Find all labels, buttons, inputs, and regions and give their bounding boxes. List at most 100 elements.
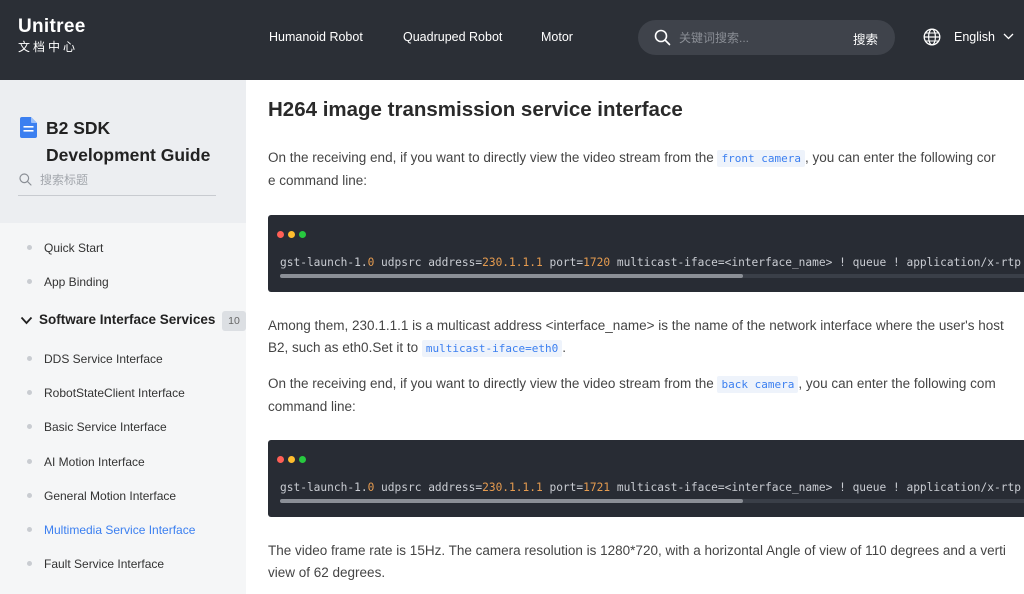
sidebar-header: B2 SDK Development Guide	[0, 80, 246, 223]
paragraph-text: On the receiving end, if you want to dir…	[268, 150, 718, 165]
window-dots	[277, 450, 310, 468]
paragraph-line: On the receiving end, if you want to dir…	[268, 373, 1024, 396]
sidebar-item-label: Quick Start	[44, 241, 104, 255]
nav-quadruped-robot[interactable]: Quadruped Robot	[403, 30, 502, 44]
sidebar-title: B2 SDK Development Guide	[46, 115, 236, 169]
sidebar-item-robotstateclient-interface[interactable]: RobotStateClient Interface	[0, 380, 246, 406]
nav-humanoid-robot[interactable]: Humanoid Robot	[269, 30, 363, 44]
sidebar-item-basic-service-interface[interactable]: Basic Service Interface	[0, 414, 246, 440]
sidebar-item-label: Fault Service Interface	[44, 557, 165, 571]
code-text: port=	[542, 481, 584, 494]
inline-code: front camera	[717, 150, 805, 167]
sidebar-item-fault-service-interface[interactable]: Fault Service Interface	[0, 551, 246, 577]
sidebar-item-label: RobotStateClient Interface	[44, 386, 185, 400]
sidebar-search-input[interactable]	[40, 171, 210, 189]
sidebar-item-quick-start[interactable]: Quick Start	[0, 235, 246, 261]
header-search-button[interactable]: 搜索	[853, 29, 878, 48]
search-icon	[654, 29, 671, 46]
sidebar-item-label: AI Motion Interface	[44, 455, 145, 469]
sidebar-search	[18, 170, 216, 196]
code-text: gst-launch-1.	[280, 481, 368, 494]
language-label: English	[954, 30, 995, 44]
inline-code: back camera	[717, 376, 799, 393]
bullet	[27, 390, 32, 395]
code-text: gst-launch-1.	[280, 256, 368, 269]
sidebar-item-multimedia-service-interface[interactable]: Multimedia Service Interface	[0, 517, 246, 543]
green-dot-icon	[299, 231, 306, 238]
paragraph-line: Among them, 230.1.1.1 is a multicast add…	[268, 318, 1004, 333]
green-dot-icon	[299, 456, 306, 463]
paragraph-line: The video frame rate is 15Hz. The camera…	[268, 543, 1006, 558]
sidebar-item-label: Basic Service Interface	[44, 420, 167, 434]
code-number: 230.1.1.1	[482, 481, 543, 494]
code-number: 1721	[583, 481, 611, 494]
globe-icon	[923, 28, 941, 46]
code-text: multicast-iface=<interface_name> ! queue…	[610, 481, 1021, 494]
sidebar-group-label: Software Interface Services	[39, 312, 216, 327]
sidebar-group-software-interface-services[interactable]: Software Interface Services 10	[0, 308, 246, 334]
sidebar: B2 SDK Development Guide Quick Start App…	[0, 80, 246, 594]
unitree-logo[interactable]: Unitree 文档中心	[18, 16, 86, 55]
code-scrollbar-thumb[interactable]	[280, 499, 743, 503]
sidebar-item-ai-motion-interface[interactable]: AI Motion Interface	[0, 449, 246, 475]
paragraph-text: , you can enter the following cor	[804, 150, 996, 165]
code-text: port=	[542, 256, 584, 269]
code-text: udpsrc address=	[374, 481, 483, 494]
sidebar-title-line2: Development Guide	[46, 145, 211, 165]
bullet	[27, 561, 32, 566]
paragraph-video-specs: The video frame rate is 15Hz. The camera…	[268, 540, 1024, 584]
paragraph-line: view of 62 degrees.	[268, 565, 386, 580]
sidebar-item-app-binding[interactable]: App Binding	[0, 269, 246, 295]
paragraph-line: command line:	[268, 399, 356, 414]
code-number: 1720	[583, 256, 611, 269]
logo-title: Unitree	[18, 16, 86, 37]
red-dot-icon	[277, 231, 284, 238]
red-dot-icon	[277, 456, 284, 463]
sidebar-group-count-badge: 10	[222, 311, 246, 331]
chevron-down-icon	[1003, 33, 1014, 40]
bullet	[27, 424, 32, 429]
window-dots	[277, 225, 310, 243]
main-content: H264 image transmission service interfac…	[246, 80, 1024, 594]
top-navigation-bar: Unitree 文档中心 Humanoid Robot Quadruped Ro…	[0, 0, 1024, 80]
bullet	[27, 493, 32, 498]
chevron-down-icon	[20, 316, 33, 325]
paragraph-line: B2, such as eth0.Set it to multicast-ifa…	[268, 337, 1024, 360]
code-number: 230.1.1.1	[482, 256, 543, 269]
page-title: H264 image transmission service interfac…	[268, 98, 683, 121]
bullet	[27, 356, 32, 361]
paragraph-line: On the receiving end, if you want to dir…	[268, 147, 1024, 170]
header-search-box: 搜索	[638, 20, 895, 55]
code-command: gst-launch-1.0 udpsrc address=230.1.1.1 …	[280, 481, 1021, 494]
paragraph-back-camera: On the receiving end, if you want to dir…	[268, 373, 1024, 418]
bullet	[27, 245, 32, 250]
bullet	[27, 279, 32, 284]
yellow-dot-icon	[288, 456, 295, 463]
document-icon	[20, 117, 37, 138]
sidebar-item-label: App Binding	[44, 275, 109, 289]
search-icon	[19, 173, 32, 186]
bullet	[27, 459, 32, 464]
code-text: udpsrc address=	[374, 256, 483, 269]
sidebar-item-label: Multimedia Service Interface	[44, 523, 196, 537]
code-text: multicast-iface=<interface_name> ! queue…	[610, 256, 1021, 269]
code-block-back-camera: gst-launch-1.0 udpsrc address=230.1.1.1 …	[268, 440, 1024, 517]
sidebar-item-label: DDS Service Interface	[44, 352, 163, 366]
paragraph-multicast: Among them, 230.1.1.1 is a multicast add…	[268, 315, 1024, 360]
paragraph-text: On the receiving end, if you want to dir…	[268, 376, 718, 391]
sidebar-title-line1: B2 SDK	[46, 118, 111, 138]
code-scrollbar-thumb[interactable]	[280, 274, 743, 278]
paragraph-text: .	[562, 340, 567, 355]
sidebar-item-general-motion-interface[interactable]: General Motion Interface	[0, 483, 246, 509]
inline-code: multicast-iface=eth0	[421, 340, 563, 357]
header-search-input[interactable]	[679, 28, 829, 47]
bullet	[27, 527, 32, 532]
sidebar-item-dds-service-interface[interactable]: DDS Service Interface	[0, 346, 246, 372]
paragraph-line: e command line:	[268, 173, 368, 188]
sidebar-item-label: General Motion Interface	[44, 489, 177, 503]
nav-motor[interactable]: Motor	[541, 30, 573, 44]
code-command: gst-launch-1.0 udpsrc address=230.1.1.1 …	[280, 256, 1021, 269]
code-block-front-camera: gst-launch-1.0 udpsrc address=230.1.1.1 …	[268, 215, 1024, 292]
paragraph-text: , you can enter the following com	[798, 376, 996, 391]
paragraph-front-camera: On the receiving end, if you want to dir…	[268, 147, 1024, 192]
